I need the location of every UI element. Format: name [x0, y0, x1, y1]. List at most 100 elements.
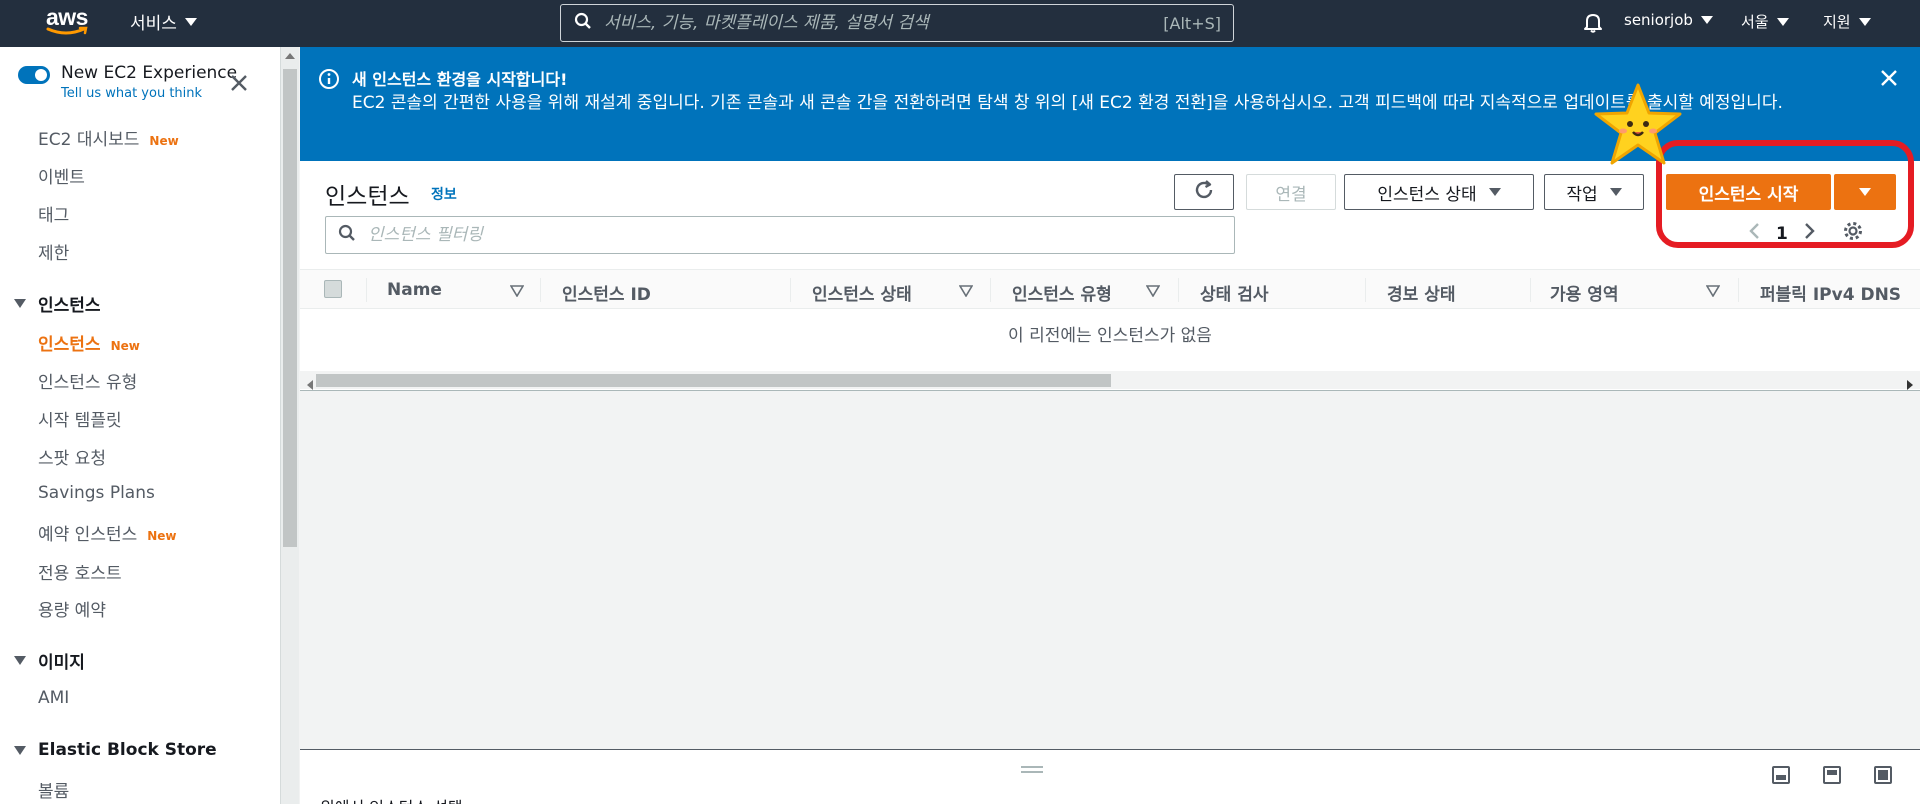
scroll-up-icon[interactable]	[285, 53, 295, 59]
caret-down-icon	[14, 656, 26, 665]
sidebar-item-label: EC2 대시보드	[38, 130, 140, 150]
new-experience-toggle[interactable]	[18, 66, 50, 84]
actions-label: 작업	[1566, 184, 1598, 205]
sidebar-item-label: AMI	[38, 688, 70, 708]
sidebar: New EC2 Experience Tell us what you thin…	[0, 47, 281, 804]
layout-hide-icon[interactable]	[1874, 766, 1892, 784]
sidebar-item-label: 이벤트	[38, 168, 85, 188]
sidebar-item-volumes[interactable]: 볼륨	[38, 777, 69, 802]
services-menu[interactable]: 서비스	[130, 9, 197, 34]
sidebar-item-instance-types[interactable]: 인스턴스 유형	[38, 368, 137, 393]
column-status-check[interactable]: 상태 검사	[1200, 280, 1268, 305]
sort-icon[interactable]	[509, 282, 525, 301]
sidebar-item-tags[interactable]: 태그	[38, 201, 69, 226]
sidebar-item-reserved-instances[interactable]: 예약 인스턴스 New	[38, 520, 177, 545]
sidebar-item-launch-templates[interactable]: 시작 템플릿	[38, 406, 122, 431]
sidebar-item-spot-requests[interactable]: 스팟 요청	[38, 444, 106, 469]
aws-logo[interactable]: aws	[46, 6, 90, 40]
feedback-link[interactable]: Tell us what you think	[61, 86, 237, 101]
actions-button[interactable]: 작업	[1544, 174, 1644, 210]
column-availability-zone[interactable]: 가용 영역	[1550, 280, 1618, 305]
scroll-left-icon[interactable]	[306, 375, 314, 394]
sidebar-item-dedicated-hosts[interactable]: 전용 호스트	[38, 559, 122, 584]
sidebar-item-label: 스팟 요청	[38, 449, 106, 469]
sort-icon[interactable]	[1705, 282, 1721, 301]
sidebar-item-label: 전용 호스트	[38, 564, 122, 584]
sidebar-item-label: 제한	[38, 244, 70, 264]
empty-state-message: 이 리전에는 인스턴스가 없음	[1008, 326, 1212, 346]
column-instance-id[interactable]: 인스턴스 ID	[562, 280, 651, 305]
column-instance-state[interactable]: 인스턴스 상태	[812, 280, 912, 305]
resize-handle[interactable]	[1021, 766, 1043, 773]
top-navigation: aws 서비스 [Alt+S] seniorjob 서울 지원	[0, 0, 1920, 47]
info-icon	[318, 68, 340, 94]
column-public-ipv4-dns[interactable]: 퍼블릭 IPv4 DNS	[1760, 280, 1901, 305]
search-bar[interactable]: [Alt+S]	[560, 4, 1234, 42]
flash-title: 새 인스턴스 환경을 시작합니다!	[352, 70, 568, 89]
sidebar-item-label: 시작 템플릿	[38, 411, 122, 431]
sidebar-section-images[interactable]: 이미지	[14, 648, 85, 673]
close-icon[interactable]	[230, 74, 248, 96]
sidebar-item-savings-plans[interactable]: Savings Plans	[38, 483, 155, 503]
table-horizontal-scrollbar[interactable]	[300, 371, 1920, 390]
scroll-right-icon[interactable]	[1906, 375, 1914, 394]
column-name[interactable]: Name	[387, 280, 442, 300]
search-icon	[574, 12, 592, 34]
filter-input[interactable]	[368, 225, 1234, 245]
sidebar-section-instances[interactable]: 인스턴스	[14, 291, 101, 316]
services-label: 서비스	[130, 14, 177, 34]
aws-logo-text: aws	[46, 4, 88, 30]
sidebar-section-ebs[interactable]: Elastic Block Store	[14, 740, 217, 760]
connect-button-label: 연결	[1275, 184, 1307, 205]
account-menu[interactable]: seniorjob	[1624, 11, 1713, 29]
sidebar-item-label: Savings Plans	[38, 483, 155, 503]
sidebar-item-ami[interactable]: AMI	[38, 688, 69, 708]
sidebar-item-capacity-reservations[interactable]: 용량 예약	[38, 596, 106, 621]
aws-smile-icon	[46, 26, 88, 35]
sidebar-item-limits[interactable]: 제한	[38, 239, 69, 264]
column-alarm-status[interactable]: 경보 상태	[1387, 280, 1455, 305]
refresh-button[interactable]	[1174, 174, 1234, 210]
section-label: 이미지	[38, 653, 85, 673]
table-header: Name 인스턴스 ID 인스턴스 상태 인스턴스 유형 상태 검사 경보 상태…	[300, 269, 1920, 309]
new-badge: New	[110, 339, 140, 353]
instance-state-button[interactable]: 인스턴스 상태	[1344, 174, 1534, 210]
chevron-down-icon	[1488, 188, 1501, 196]
account-name: seniorjob	[1624, 11, 1693, 29]
annotation-highlight-box	[1656, 140, 1914, 248]
select-all-checkbox[interactable]	[324, 280, 342, 298]
notifications-button[interactable]	[1582, 11, 1604, 37]
sidebar-item-label: 용량 예약	[38, 601, 106, 621]
layout-side-icon[interactable]	[1823, 766, 1841, 784]
sidebar-item-events[interactable]: 이벤트	[38, 163, 85, 188]
sidebar-scrollbar[interactable]	[281, 47, 299, 804]
connect-button[interactable]: 연결	[1246, 174, 1336, 210]
layout-bottom-icon[interactable]	[1772, 766, 1790, 784]
filter-box[interactable]	[325, 216, 1235, 254]
new-experience-toggle-row: New EC2 Experience Tell us what you thin…	[18, 63, 237, 101]
sidebar-item-label: 인스턴스	[38, 335, 101, 355]
sidebar-item-instances[interactable]: 인스턴스 New	[38, 330, 140, 355]
search-shortcut: [Alt+S]	[1163, 13, 1221, 33]
region-menu[interactable]: 서울	[1741, 11, 1789, 32]
info-link[interactable]: 정보	[431, 184, 457, 204]
sidebar-item-label: 볼륨	[38, 782, 70, 802]
scrollbar-thumb[interactable]	[316, 374, 1111, 387]
refresh-icon	[1193, 179, 1215, 206]
caret-down-icon	[14, 745, 26, 755]
experience-title: New EC2 Experience	[61, 63, 238, 83]
search-input[interactable]	[604, 13, 1164, 33]
chevron-down-icon	[1700, 16, 1713, 24]
support-menu[interactable]: 지원	[1823, 11, 1871, 32]
sort-icon[interactable]	[958, 282, 974, 301]
column-instance-type[interactable]: 인스턴스 유형	[1012, 280, 1112, 305]
sort-icon[interactable]	[1145, 282, 1161, 301]
sidebar-item-ec2-dashboard[interactable]: EC2 대시보드 New	[38, 125, 179, 150]
split-panel: 위에서 인스턴스 선택	[300, 749, 1920, 804]
support-label: 지원	[1823, 13, 1851, 31]
region-name: 서울	[1741, 13, 1769, 31]
search-icon	[338, 224, 356, 246]
close-icon[interactable]	[1880, 69, 1898, 91]
scrollbar-thumb[interactable]	[283, 69, 297, 547]
sidebar-item-label: 예약 인스턴스	[38, 525, 138, 545]
